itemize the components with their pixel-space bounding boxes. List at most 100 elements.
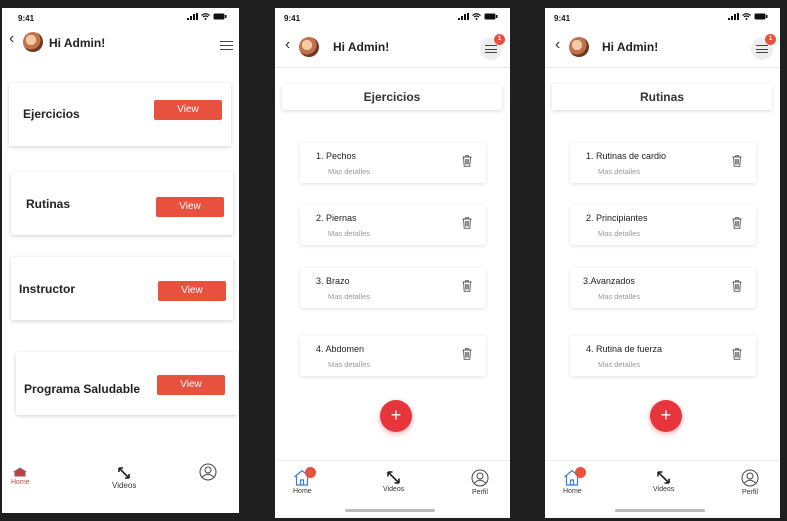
add-button[interactable]: + xyxy=(380,400,412,432)
add-button[interactable]: + xyxy=(650,400,682,432)
signal-icon xyxy=(187,13,198,20)
list-item[interactable]: 2. Principiantes Mas detalles xyxy=(570,205,756,245)
signal-icon xyxy=(458,13,469,20)
wifi-icon xyxy=(742,13,751,20)
trash-icon[interactable] xyxy=(462,155,472,167)
menu-button[interactable]: 1 xyxy=(480,34,505,60)
tab-home[interactable]: Home xyxy=(293,467,316,495)
item-name: 2. Piernas xyxy=(316,213,357,223)
tab-home-label: Home xyxy=(293,488,312,495)
home-screen: 9:41 ‹ Hi Admin! Ejercicios View Rutinas… xyxy=(2,8,239,513)
menu-icon[interactable] xyxy=(220,41,233,50)
tab-profile[interactable]: Perfil xyxy=(471,469,489,496)
app-header: ‹ Hi Admin! 1 xyxy=(275,30,510,68)
battery-icon xyxy=(484,13,498,20)
ejercicios-screen: 9:41 ‹ Hi Admin! 1 Ejercicios 1. Pechos … xyxy=(275,8,510,518)
card-label: Rutinas xyxy=(26,197,71,211)
view-button[interactable]: View xyxy=(154,100,222,120)
status-time: 9:41 xyxy=(554,14,571,23)
tab-bar: Home Videos xyxy=(2,455,239,513)
tab-home-label: Home xyxy=(563,488,582,495)
trash-icon[interactable] xyxy=(462,280,472,292)
greeting: Hi Admin! xyxy=(602,40,659,54)
greeting: Hi Admin! xyxy=(49,36,106,50)
item-name: 1. Rutinas de cardio xyxy=(586,151,667,161)
status-bar: 9:41 xyxy=(545,8,780,30)
menu-icon xyxy=(485,45,497,53)
list-item[interactable]: 1. Rutinas de cardio Mas detalles xyxy=(570,143,756,183)
app-header: ‹ Hi Admin! xyxy=(2,30,239,68)
item-details-link[interactable]: Mas detalles xyxy=(328,167,370,176)
status-time: 9:41 xyxy=(284,14,301,23)
notification-badge: 1 xyxy=(765,34,776,45)
tab-profile[interactable] xyxy=(199,463,217,483)
item-details-link[interactable]: Mas detalles xyxy=(598,360,640,369)
list-item[interactable]: 3.Avanzados Mas detalles xyxy=(570,268,756,308)
tab-home-label: Home xyxy=(11,479,30,486)
card-programa-saludable: Programa Saludable View xyxy=(16,352,238,415)
list-item[interactable]: 4. Abdomen Mas detalles xyxy=(300,336,486,376)
trash-icon[interactable] xyxy=(732,280,742,292)
tab-profile-label: Perfil xyxy=(742,489,758,496)
item-details-link[interactable]: Mas detalles xyxy=(328,229,370,238)
tab-bar: Home Videos Perfil xyxy=(275,460,510,518)
back-chevron-icon[interactable]: ‹ xyxy=(555,36,560,54)
item-details-link[interactable]: Mas detalles xyxy=(328,360,370,369)
item-name: 2. Principiantes xyxy=(586,213,648,223)
home-indicator xyxy=(615,509,705,512)
item-details-link[interactable]: Mas detalles xyxy=(598,292,640,301)
list-item[interactable]: 1. Pechos Mas detalles xyxy=(300,143,486,183)
tab-videos-label: Videos xyxy=(383,486,405,493)
item-name: 1. Pechos xyxy=(316,151,357,161)
tab-home[interactable]: Home xyxy=(11,467,30,486)
home-indicator xyxy=(345,509,435,512)
item-name: 3.Avanzados xyxy=(583,276,635,286)
tab-videos[interactable]: Videos xyxy=(112,467,136,490)
battery-icon xyxy=(213,13,227,20)
item-details-link[interactable]: Mas detalles xyxy=(328,292,370,301)
view-button[interactable]: View xyxy=(157,375,225,395)
card-rutinas: Rutinas View xyxy=(11,172,233,235)
profile-icon xyxy=(199,463,217,481)
item-name: 3. Brazo xyxy=(316,276,350,286)
tab-profile-label: Perfil xyxy=(472,489,488,496)
app-header: ‹ Hi Admin! 1 xyxy=(545,30,780,68)
trash-icon[interactable] xyxy=(462,217,472,229)
tab-profile[interactable]: Perfil xyxy=(741,469,759,496)
back-chevron-icon[interactable]: ‹ xyxy=(9,30,14,48)
list-item[interactable]: 4. Rutina de fuerza Mas detalles xyxy=(570,336,756,376)
list-item[interactable]: 3. Brazo Mas detalles xyxy=(300,268,486,308)
view-button[interactable]: View xyxy=(156,197,224,217)
wifi-icon xyxy=(201,13,210,20)
videos-icon xyxy=(657,471,670,484)
notification-dot xyxy=(575,467,586,478)
tab-videos[interactable]: Videos xyxy=(653,471,674,493)
profile-icon xyxy=(471,469,489,487)
card-ejercicios: Ejercicios View xyxy=(9,83,231,146)
avatar xyxy=(23,32,43,52)
tab-videos-label: Videos xyxy=(653,486,675,493)
page-title: Rutinas xyxy=(552,84,772,110)
trash-icon[interactable] xyxy=(732,348,742,360)
videos-icon xyxy=(118,467,130,479)
menu-button[interactable]: 1 xyxy=(751,34,776,60)
trash-icon[interactable] xyxy=(732,217,742,229)
back-chevron-icon[interactable]: ‹ xyxy=(285,36,290,54)
videos-icon xyxy=(387,471,400,484)
notification-badge: 1 xyxy=(494,34,505,45)
card-label: Programa Saludable xyxy=(24,382,141,396)
wifi-icon xyxy=(472,13,481,20)
tab-home[interactable]: Home xyxy=(563,467,586,495)
tab-videos-label: Videos xyxy=(112,481,137,490)
list-item[interactable]: 2. Piernas Mas detalles xyxy=(300,205,486,245)
status-bar: 9:41 xyxy=(2,8,239,30)
status-bar: 9:41 xyxy=(275,8,510,30)
card-instructor: Instructor View xyxy=(11,257,233,320)
trash-icon[interactable] xyxy=(462,348,472,360)
trash-icon[interactable] xyxy=(732,155,742,167)
view-button[interactable]: View xyxy=(158,281,226,301)
item-name: 4. Rutina de fuerza xyxy=(586,344,663,354)
tab-videos[interactable]: Videos xyxy=(383,471,404,493)
item-details-link[interactable]: Mas detalles xyxy=(598,229,640,238)
item-details-link[interactable]: Mas detalles xyxy=(598,167,640,176)
